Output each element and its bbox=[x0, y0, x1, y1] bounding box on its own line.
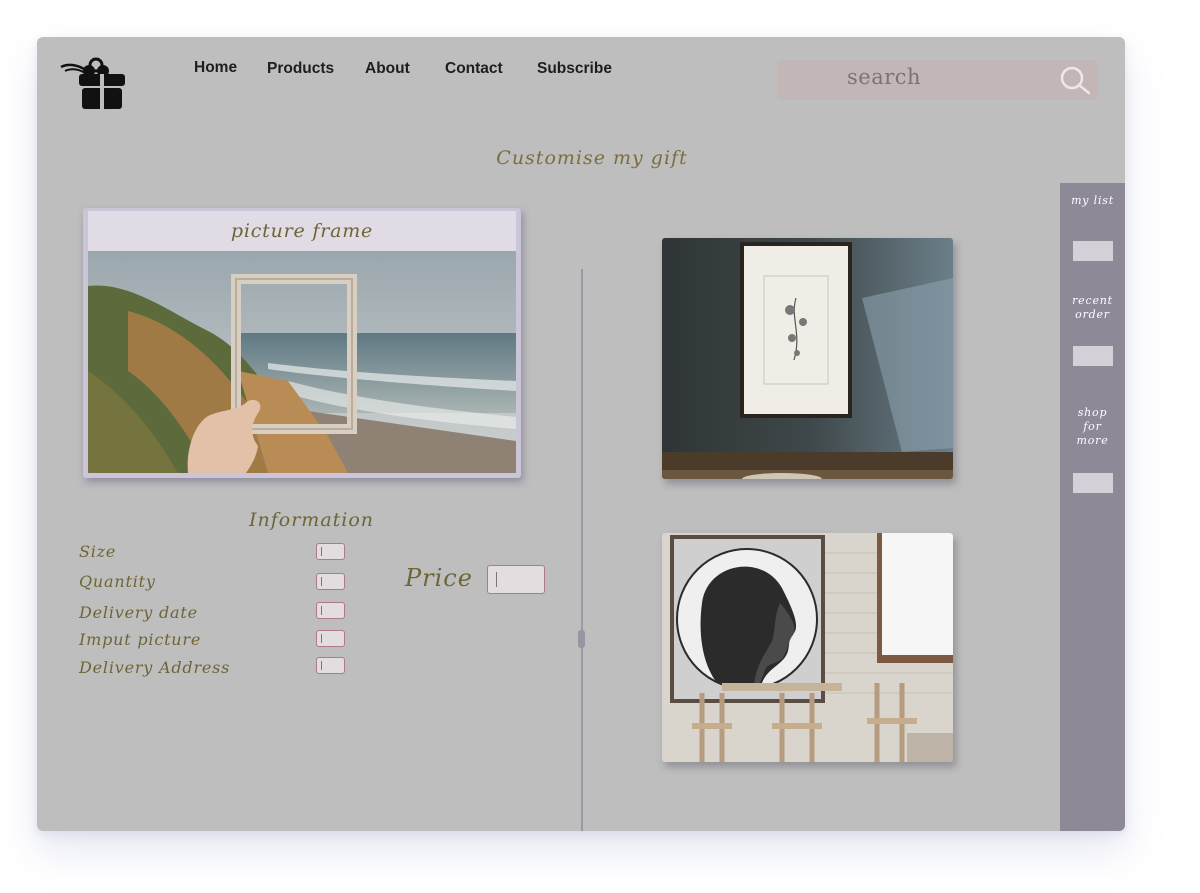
delivery-address-input[interactable] bbox=[316, 657, 345, 674]
size-input[interactable] bbox=[316, 543, 345, 560]
price-label: Price bbox=[405, 564, 473, 592]
divider-handle[interactable] bbox=[578, 630, 585, 648]
quantity-label: Quantity bbox=[79, 572, 156, 591]
sidebar-shop-more-box[interactable] bbox=[1073, 473, 1113, 493]
gallery-image-framed-botanical[interactable] bbox=[662, 238, 953, 479]
product-card[interactable]: picture frame bbox=[83, 208, 521, 478]
gallery-image-cafe-portrait[interactable] bbox=[662, 533, 953, 762]
delivery-address-label: Delivery Address bbox=[79, 658, 231, 677]
quantity-input[interactable] bbox=[316, 573, 345, 590]
search-icon[interactable] bbox=[1058, 64, 1092, 96]
search-input[interactable]: search bbox=[847, 65, 921, 89]
sidebar-my-list-label[interactable]: my list bbox=[1060, 194, 1125, 208]
right-sidebar: my list recent order shop for more bbox=[1060, 183, 1125, 831]
delivery-date-label: Delivery date bbox=[79, 603, 198, 622]
price-input[interactable] bbox=[487, 565, 545, 594]
sidebar-recent-order-label[interactable]: recent order bbox=[1060, 294, 1125, 322]
gift-logo-icon[interactable] bbox=[59, 57, 129, 111]
input-picture-input[interactable] bbox=[316, 630, 345, 647]
search-bar[interactable]: search bbox=[777, 60, 1098, 100]
delivery-date-input[interactable] bbox=[316, 602, 345, 619]
framed-botanical-photo bbox=[662, 238, 953, 479]
cafe-portrait-photo bbox=[662, 533, 953, 762]
nav-subscribe-link[interactable]: Subscribe bbox=[537, 60, 612, 78]
app-window: Home Products About Contact Subscribe se… bbox=[37, 37, 1125, 831]
nav-home-link[interactable]: Home bbox=[194, 59, 237, 77]
sidebar-my-list-box[interactable] bbox=[1073, 241, 1113, 261]
page-title: Customise my gift bbox=[496, 147, 688, 169]
information-heading: Information bbox=[249, 509, 375, 531]
sidebar-shop-more-label[interactable]: shop for more bbox=[1060, 406, 1125, 448]
sidebar-recent-order-box[interactable] bbox=[1073, 346, 1113, 366]
picture-frame-photo bbox=[88, 251, 516, 473]
panel-divider bbox=[581, 269, 583, 831]
nav-about-link[interactable]: About bbox=[365, 60, 410, 78]
input-picture-label: Imput picture bbox=[79, 630, 202, 649]
nav-products-link[interactable]: Products bbox=[267, 60, 334, 78]
product-title: picture frame bbox=[88, 211, 516, 251]
size-label: Size bbox=[79, 542, 117, 561]
nav-contact-link[interactable]: Contact bbox=[445, 60, 503, 78]
